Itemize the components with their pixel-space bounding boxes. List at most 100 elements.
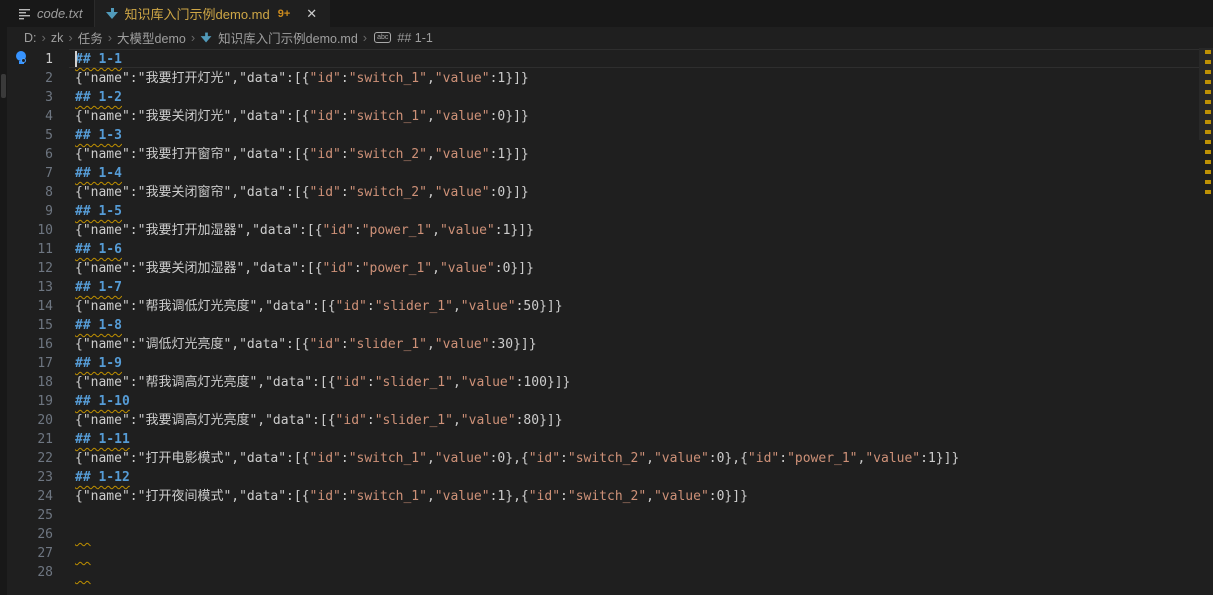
code-line[interactable]: ## 1-1 xyxy=(75,50,1199,69)
code-token: { xyxy=(328,413,336,428)
code-token: "switch_1" xyxy=(349,71,427,86)
code-line[interactable]: ## 1-4 xyxy=(75,164,1199,183)
vscode-window: code.txt 知识库入门示例demo.md 9+ ✕ D: › zk › 任… xyxy=(0,0,1213,595)
line-number[interactable]: 12 xyxy=(7,259,53,278)
code-line[interactable]: ## 1-8 xyxy=(75,316,1199,335)
tab-code-txt[interactable]: code.txt xyxy=(7,0,95,27)
code-line[interactable]: ## 1-6 xyxy=(75,240,1199,259)
line-number[interactable]: 28 xyxy=(7,563,53,582)
line-number[interactable]: 7 xyxy=(7,164,53,183)
line-number[interactable]: 5 xyxy=(7,126,53,145)
code-line[interactable]: {"name":"打开电影模式","data":[{"id":"switch_1… xyxy=(75,449,1199,468)
line-number[interactable]: 19 xyxy=(7,392,53,411)
line-number[interactable]: 13 xyxy=(7,278,53,297)
line-number[interactable]: 6 xyxy=(7,145,53,164)
activity-bar-edge xyxy=(0,0,7,595)
line-number[interactable]: 15 xyxy=(7,316,53,335)
chevron-right-icon: › xyxy=(106,30,114,45)
code-line[interactable] xyxy=(75,544,1199,563)
breadcrumb-drive[interactable]: D: xyxy=(24,31,37,45)
code-token: { xyxy=(302,71,310,86)
code-line[interactable]: ## 1-12 xyxy=(75,468,1199,487)
code-token: , xyxy=(427,185,435,200)
tab-label: code.txt xyxy=(37,6,83,21)
line-number[interactable]: 26 xyxy=(7,525,53,544)
breadcrumb-symbol[interactable]: ## 1-1 xyxy=(397,31,432,45)
code-line[interactable]: ## 1-11 xyxy=(75,430,1199,449)
symbol-string-icon: abc xyxy=(374,32,391,43)
code-line[interactable]: {"name":"我要关闭窗帘","data":[{"id":"switch_2… xyxy=(75,183,1199,202)
code-line[interactable] xyxy=(75,506,1199,525)
code-token: "switch_2" xyxy=(349,185,427,200)
code-token: "power_1" xyxy=(362,223,432,238)
line-number[interactable]: 3 xyxy=(7,88,53,107)
warning-mark xyxy=(1205,110,1211,114)
line-number[interactable]: 25 xyxy=(7,506,53,525)
line-number[interactable]: 2 xyxy=(7,69,53,88)
line-number[interactable]: 18 xyxy=(7,373,53,392)
line-number[interactable]: 11 xyxy=(7,240,53,259)
code-token: {"name":"我要关闭加湿器","data":[ xyxy=(75,261,315,276)
breadcrumb-folder-damoxing-demo[interactable]: 大模型demo xyxy=(117,28,186,47)
line-number[interactable]: 24 xyxy=(7,487,53,506)
line-number[interactable]: 17 xyxy=(7,354,53,373)
code-line[interactable]: ## 1-3 xyxy=(75,126,1199,145)
line-number[interactable]: 20 xyxy=(7,411,53,430)
code-token: : xyxy=(779,451,787,466)
line-number[interactable]: 22 xyxy=(7,449,53,468)
tab-demo-md[interactable]: 知识库入门示例demo.md 9+ ✕ xyxy=(95,0,331,27)
code-line[interactable]: ## 1-7 xyxy=(75,278,1199,297)
code-line[interactable]: {"name":"帮我调低灯光亮度","data":[{"id":"slider… xyxy=(75,297,1199,316)
line-number[interactable]: 21 xyxy=(7,430,53,449)
code-line[interactable]: {"name":"调低灯光亮度","data":[{"id":"slider_1… xyxy=(75,335,1199,354)
code-line[interactable] xyxy=(75,525,1199,544)
code-token: ]} xyxy=(547,299,563,314)
code-line[interactable]: {"name":"我要关闭灯光","data":[{"id":"switch_1… xyxy=(75,107,1199,126)
line-number[interactable]: 8 xyxy=(7,183,53,202)
problems-badge: 9+ xyxy=(278,8,291,20)
line-number[interactable]: 9 xyxy=(7,202,53,221)
code-editor[interactable]: 1234567891011121314151617181920212223242… xyxy=(7,48,1213,595)
code-token: { xyxy=(302,147,310,162)
code-token: "switch_2" xyxy=(349,147,427,162)
breadcrumb-folder-zk[interactable]: zk xyxy=(51,31,64,45)
code-line[interactable]: {"name":"我要关闭加湿器","data":[{"id":"power_1… xyxy=(75,259,1199,278)
code-token: , xyxy=(427,147,435,162)
code-line[interactable]: {"name":"我要打开窗帘","data":[{"id":"switch_2… xyxy=(75,145,1199,164)
code-token: "id" xyxy=(310,185,341,200)
code-line[interactable]: ## 1-9 xyxy=(75,354,1199,373)
code-token: :0} xyxy=(490,109,513,124)
chevron-right-icon: › xyxy=(40,30,48,45)
line-number[interactable]: 1 xyxy=(7,50,53,69)
line-number[interactable]: 10 xyxy=(7,221,53,240)
code-line[interactable]: ## 1-2 xyxy=(75,88,1199,107)
close-icon[interactable]: ✕ xyxy=(304,6,319,22)
warning-mark xyxy=(1205,190,1211,194)
code-token: "id" xyxy=(310,489,341,504)
code-line[interactable]: {"name":"我要打开加湿器","data":[{"id":"power_1… xyxy=(75,221,1199,240)
code-token xyxy=(75,527,91,542)
line-number[interactable]: 23 xyxy=(7,468,53,487)
breadcrumb-folder-renwu[interactable]: 任务 xyxy=(78,28,103,47)
code-token: "power_1" xyxy=(362,261,432,276)
line-number[interactable]: 14 xyxy=(7,297,53,316)
code-token: "value" xyxy=(435,109,490,124)
code-token: :1} xyxy=(495,223,518,238)
line-number[interactable]: 4 xyxy=(7,107,53,126)
line-number[interactable]: 16 xyxy=(7,335,53,354)
code-line[interactable]: {"name":"我要调高灯光亮度","data":[{"id":"slider… xyxy=(75,411,1199,430)
breadcrumb-file[interactable]: 知识库入门示例demo.md xyxy=(218,28,358,47)
code-line[interactable]: {"name":"我要打开灯光","data":[{"id":"switch_1… xyxy=(75,69,1199,88)
code-token: : xyxy=(341,109,349,124)
warning-mark xyxy=(1205,140,1211,144)
code-token: { xyxy=(315,223,323,238)
code-token: , xyxy=(453,299,461,314)
code-line[interactable]: ## 1-10 xyxy=(75,392,1199,411)
code-line[interactable]: {"name":"帮我调高灯光亮度","data":[{"id":"slider… xyxy=(75,373,1199,392)
markdown-heading: ## 1-1 xyxy=(75,52,122,67)
code-token: "id" xyxy=(336,375,367,390)
line-number[interactable]: 27 xyxy=(7,544,53,563)
code-line[interactable] xyxy=(75,563,1199,582)
code-line[interactable]: ## 1-5 xyxy=(75,202,1199,221)
code-line[interactable]: {"name":"打开夜间模式","data":[{"id":"switch_1… xyxy=(75,487,1199,506)
